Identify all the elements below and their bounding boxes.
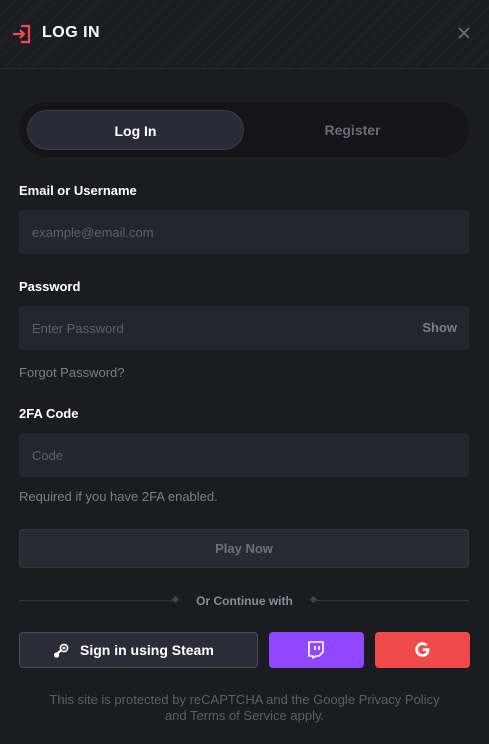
google-signin-button[interactable] <box>375 632 470 668</box>
divider-text: Or Continue with <box>196 594 293 608</box>
password-label: Password <box>19 279 81 294</box>
twitch-signin-button[interactable] <box>269 632 364 668</box>
modal-header: LOG IN <box>0 0 489 69</box>
footer-middle: and <box>164 708 190 723</box>
privacy-policy-link[interactable]: Privacy Policy <box>359 692 440 707</box>
play-now-button[interactable]: Play Now <box>19 529 469 568</box>
forgot-password-link[interactable]: Forgot Password? <box>19 365 125 381</box>
twofa-hint: Required if you have 2FA enabled. <box>19 489 218 504</box>
steam-icon <box>54 643 69 658</box>
password-field[interactable] <box>19 306 469 350</box>
login-icon <box>13 24 31 44</box>
auth-tabs: Log In Register <box>19 102 469 157</box>
password-field-wrapper: Show <box>19 306 469 350</box>
twofa-field-wrapper <box>19 433 469 477</box>
email-label: Email or Username <box>19 183 137 198</box>
tab-log-in[interactable]: Log In <box>27 110 244 150</box>
twitch-icon <box>308 641 324 659</box>
login-modal: LOG IN Log In Register Email or Username… <box>0 0 489 744</box>
google-icon <box>415 642 430 657</box>
steam-signin-button[interactable]: Sign in using Steam <box>19 632 258 668</box>
footer-prefix: This site is protected by reCAPTCHA and … <box>49 692 359 707</box>
steam-signin-label: Sign in using Steam <box>80 642 214 658</box>
terms-of-service-link[interactable]: Terms of Service <box>190 708 287 723</box>
show-password-button[interactable]: Show <box>422 320 457 335</box>
modal-title: LOG IN <box>42 24 101 41</box>
twofa-label: 2FA Code <box>19 406 79 421</box>
twofa-code-field[interactable] <box>19 433 469 477</box>
email-field[interactable] <box>19 210 469 254</box>
divider-line-right <box>314 600 469 601</box>
recaptcha-footer: This site is protected by reCAPTCHA and … <box>0 692 489 724</box>
tab-register[interactable]: Register <box>244 110 461 150</box>
footer-suffix: apply. <box>286 708 325 723</box>
email-field-wrapper <box>19 210 469 254</box>
close-icon[interactable] <box>457 26 471 40</box>
